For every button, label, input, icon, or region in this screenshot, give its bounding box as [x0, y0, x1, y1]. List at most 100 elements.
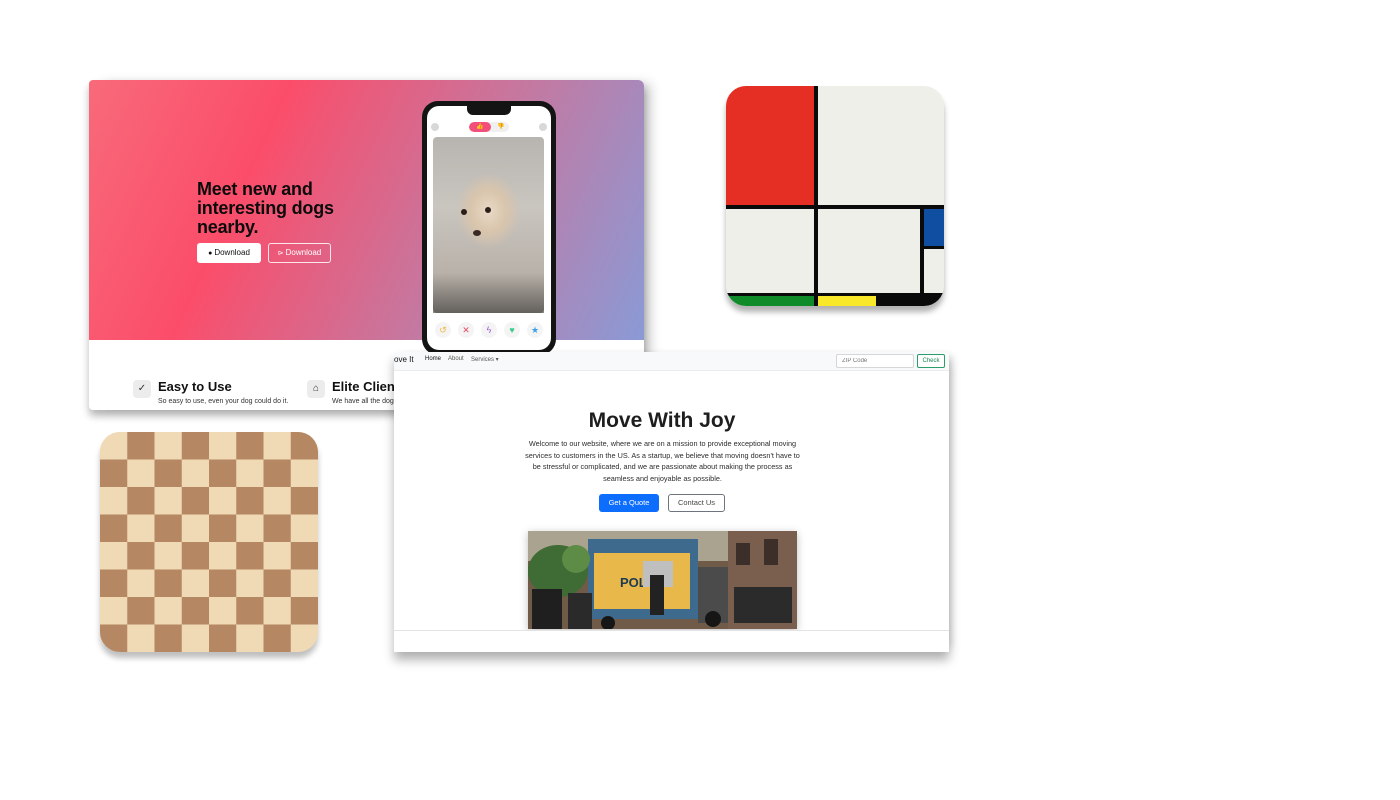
checker-square: [236, 432, 264, 460]
movers-truck-photo: POLIS: [528, 531, 797, 629]
vertical-line: [814, 86, 818, 306]
feature-subtitle: So easy to use, even your dog could do i…: [158, 398, 289, 405]
checker-square: [263, 542, 292, 570]
checker-square: [100, 514, 128, 543]
page-title: Move With Joy: [588, 409, 736, 432]
red-block: [726, 86, 814, 205]
checker-square: [181, 624, 210, 652]
truck-illustration: POLIS: [528, 531, 797, 629]
dog-photo: [433, 137, 544, 313]
graduation-cap-icon: ⌂: [307, 380, 325, 398]
checker-square: [263, 569, 292, 598]
checker-square: [154, 514, 183, 543]
nope-icon[interactable]: ✕: [458, 322, 474, 338]
photo-fade: [433, 273, 544, 313]
checker-square: [181, 514, 210, 543]
checker-square: [290, 514, 318, 543]
play-download-label: Download: [285, 248, 322, 257]
checker-square: [236, 569, 264, 598]
contact-us-button[interactable]: Contact Us: [668, 494, 725, 512]
checker-square: [209, 459, 237, 488]
dog-app-hero: Meet new and interesting dogs nearby. ● D…: [89, 80, 644, 355]
checker-square: [236, 514, 264, 543]
checker-square: [209, 597, 237, 625]
checker-square: [100, 432, 128, 460]
superlike-icon[interactable]: ★: [527, 322, 543, 338]
thumbs-down-icon: 👎: [497, 124, 505, 130]
horizontal-line: [726, 205, 944, 209]
checker-square: [290, 487, 318, 515]
checker-square: [100, 487, 128, 515]
checker-square: [290, 459, 318, 488]
checker-square: [263, 432, 292, 460]
check-circle-icon: ✓: [133, 380, 151, 398]
mode-toggle[interactable]: 👍 👎: [469, 122, 509, 132]
checkerboard-card[interactable]: [100, 432, 318, 652]
apple-download-button[interactable]: ● Download: [197, 243, 261, 263]
checker-square: [181, 459, 210, 488]
black-block: [876, 296, 944, 306]
checker-square: [263, 514, 292, 543]
dog-nose: [473, 230, 481, 236]
zip-code-input[interactable]: [836, 354, 914, 368]
checker-square: [209, 542, 237, 570]
checker-square: [100, 459, 128, 488]
play-icon: ⊳: [277, 250, 284, 257]
green-block: [726, 296, 814, 306]
checker-square: [154, 487, 183, 515]
apple-download-label: Download: [214, 248, 250, 257]
checker-square: [236, 597, 264, 625]
checker-square: [127, 597, 155, 625]
checker-square: [127, 432, 155, 460]
nav-dropdown-services[interactable]: Services ▾: [471, 356, 499, 363]
checkerboard: [100, 432, 318, 652]
profile-icon[interactable]: [431, 123, 439, 131]
checker-square: [100, 597, 128, 625]
checker-square: [127, 459, 155, 488]
checker-square: [127, 569, 155, 598]
get-quote-button[interactable]: Get a Quote: [599, 494, 659, 512]
phone-mockup: 👍 👎 ↺ ✕ ϟ ♥ ★: [422, 101, 556, 355]
checker-square: [181, 597, 210, 625]
mondrian-art-card[interactable]: [726, 86, 944, 306]
checker-square: [181, 569, 210, 598]
dog-eye: [485, 207, 491, 213]
rewind-icon[interactable]: ↺: [435, 322, 451, 338]
brand-logo[interactable]: ove It: [394, 355, 414, 364]
checker-square: [290, 597, 318, 625]
checker-square: [290, 432, 318, 460]
dog-app-headline: Meet new and interesting dogs nearby.: [197, 179, 334, 237]
checker-square: [236, 487, 264, 515]
checker-square: [263, 487, 292, 515]
like-icon[interactable]: ♥: [504, 322, 520, 338]
boost-icon[interactable]: ϟ: [481, 322, 497, 338]
checker-square: [127, 514, 155, 543]
checker-square: [181, 542, 210, 570]
checker-square: [263, 597, 292, 625]
nav-link-about[interactable]: About: [448, 356, 464, 362]
nav-link-home[interactable]: Home: [425, 356, 441, 362]
checker-square: [127, 624, 155, 652]
checker-square: [236, 624, 264, 652]
checker-square: [100, 569, 128, 598]
checker-square: [236, 459, 264, 488]
checker-square: [127, 542, 155, 570]
checker-square: [154, 459, 183, 488]
checker-square: [181, 487, 210, 515]
phone-screen: 👍 👎 ↺ ✕ ϟ ♥ ★: [427, 106, 551, 350]
checker-square: [290, 542, 318, 570]
checker-square: [154, 569, 183, 598]
phone-notch: [467, 106, 511, 115]
moving-company-preview-card[interactable]: ove It Home About Services ▾ Check Move …: [394, 352, 949, 652]
checker-square: [181, 432, 210, 460]
checker-square: [100, 624, 128, 652]
chat-icon[interactable]: [539, 123, 547, 131]
checker-square: [263, 459, 292, 488]
play-store-download-button[interactable]: ⊳ Download: [268, 243, 331, 263]
checker-square: [290, 624, 318, 652]
checker-square: [154, 597, 183, 625]
check-button[interactable]: Check: [917, 354, 945, 368]
checker-square: [154, 624, 183, 652]
checker-square: [100, 542, 128, 570]
intro-paragraph: Welcome to our website, where we are on …: [525, 439, 800, 483]
